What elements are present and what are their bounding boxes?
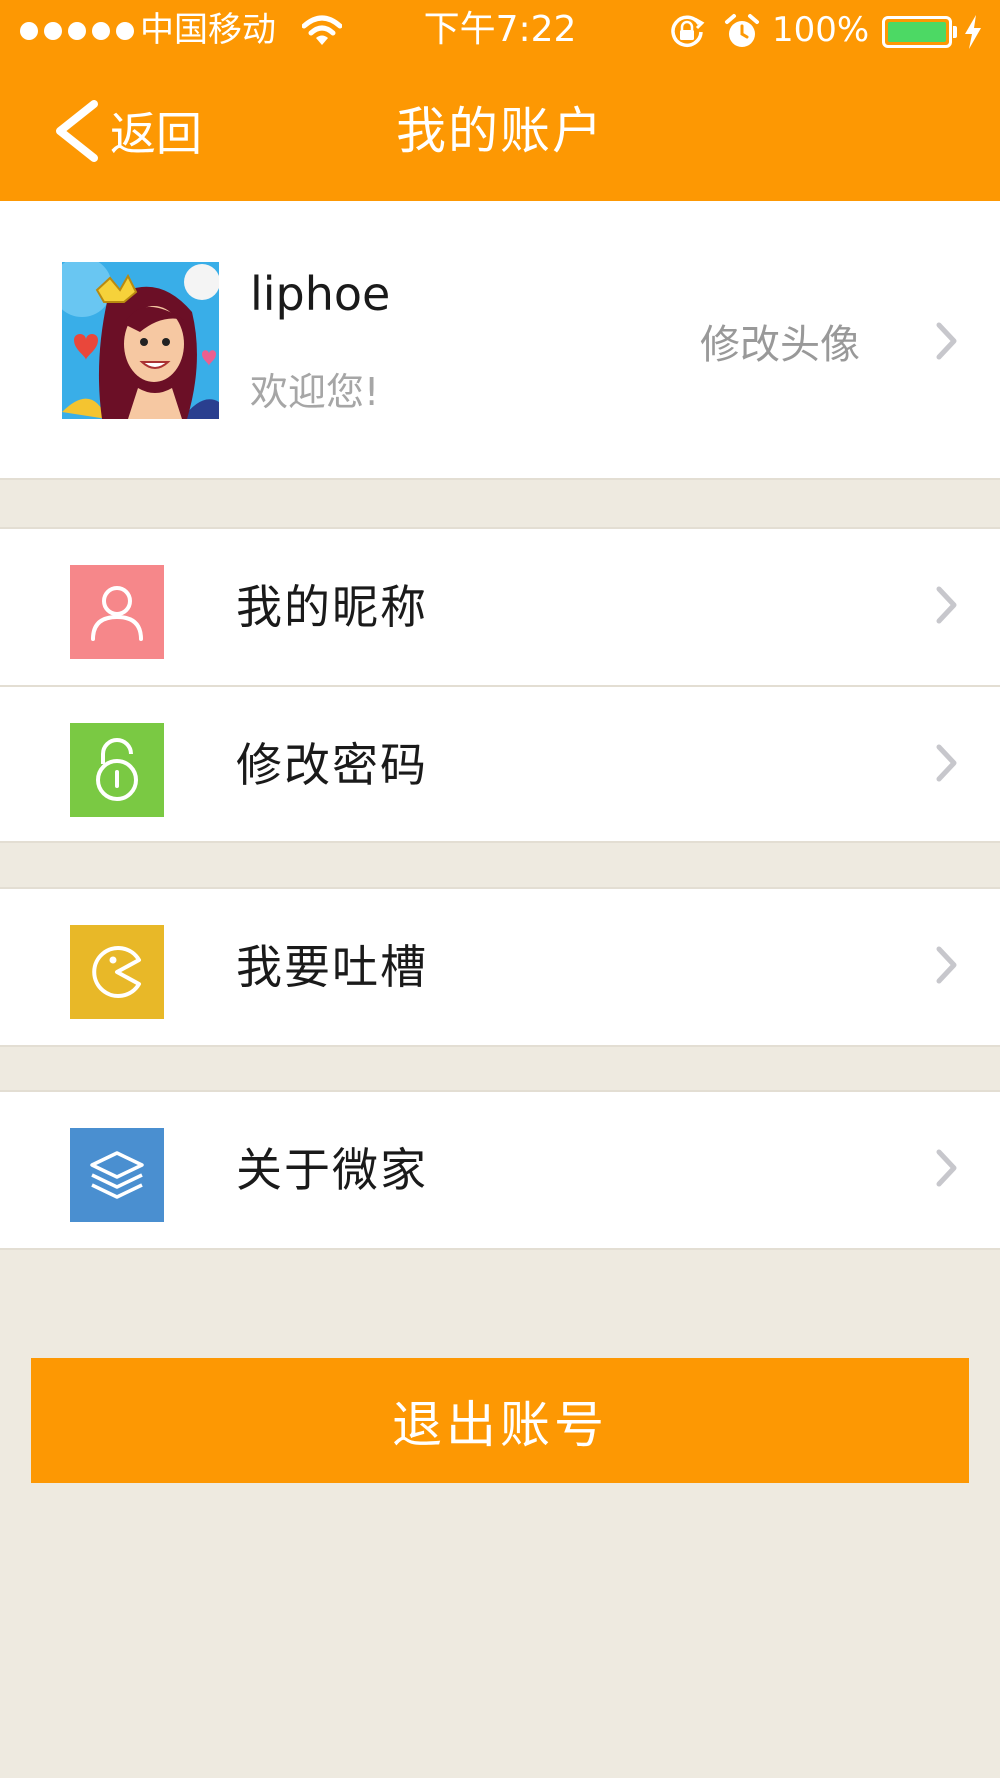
menu-item-label: 我要吐槽: [236, 940, 428, 994]
status-bar: 中国移动 下午7:22 100%: [0, 0, 1000, 64]
username: liphoe: [250, 267, 391, 321]
battery-percent: 100%: [772, 10, 870, 50]
battery-tip: [953, 26, 957, 38]
alarm-icon: [724, 13, 760, 60]
menu-item-about[interactable]: 关于微家: [0, 1092, 1000, 1248]
welcome-text: 欢迎您!: [250, 370, 380, 414]
nickname-icon-tile: [70, 565, 164, 659]
battery-icon: [882, 16, 952, 48]
feedback-icon-tile: [70, 925, 164, 1019]
about-group: 关于微家: [0, 1090, 1000, 1250]
avatar[interactable]: [62, 262, 219, 419]
charging-bolt-icon: [962, 14, 984, 59]
change-avatar-button[interactable]: 修改头像: [700, 311, 960, 371]
menu-item-feedback[interactable]: 我要吐槽: [0, 889, 1000, 1045]
menu-item-nickname[interactable]: 我的昵称: [0, 529, 1000, 685]
chevron-right-icon: [934, 943, 960, 991]
menu-item-change-password[interactable]: 修改密码: [0, 685, 1000, 841]
person-icon: [91, 586, 143, 641]
feedback-group: 我要吐槽: [0, 887, 1000, 1047]
header: 中国移动 下午7:22 100% 返回 我的账户: [0, 0, 1000, 201]
chevron-right-icon: [934, 583, 960, 631]
logout-button[interactable]: 退出账号: [31, 1358, 969, 1483]
layers-icon: [90, 1151, 144, 1199]
password-icon-tile: [70, 723, 164, 817]
chomp-icon: [92, 946, 141, 998]
chevron-right-icon: [934, 741, 960, 789]
account-screen: 中国移动 下午7:22 100% 返回 我的账户 liphoe 欢迎您! 修改头…: [0, 0, 1000, 1778]
profile-card: liphoe 欢迎您! 修改头像: [0, 201, 1000, 480]
change-avatar-label: 修改头像: [700, 322, 860, 368]
account-settings-group: 我的昵称 修改密码: [0, 527, 1000, 843]
about-icon-tile: [70, 1128, 164, 1222]
rotation-lock-icon: [668, 13, 706, 60]
page-title: 我的账户: [396, 102, 604, 160]
padlock-icon: [96, 738, 138, 801]
menu-item-label: 我的昵称: [236, 580, 428, 634]
chevron-right-icon: [934, 311, 960, 371]
chevron-right-icon: [934, 1146, 960, 1194]
menu-item-label: 修改密码: [236, 738, 428, 792]
menu-item-label: 关于微家: [236, 1143, 428, 1197]
